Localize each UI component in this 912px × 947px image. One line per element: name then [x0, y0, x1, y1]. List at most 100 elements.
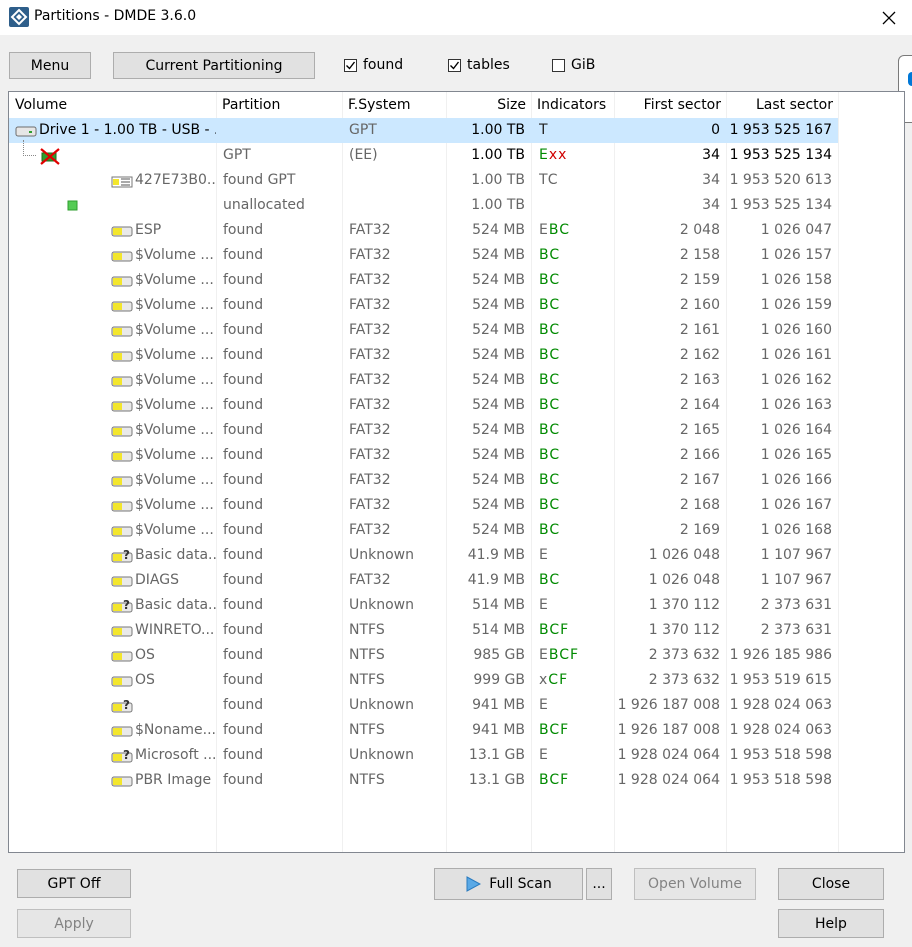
dmde-app-icon: [9, 7, 29, 27]
gpt-off-button[interactable]: GPT Off: [17, 869, 131, 898]
cell-indicators: xCF: [539, 668, 614, 693]
indicator-flags: BC: [539, 347, 561, 363]
cell-first-sector: 0: [711, 122, 720, 138]
cell-first-sector: 1 026 048: [648, 547, 720, 563]
volume-icon: [111, 768, 133, 793]
cell-size: 1.00 TB: [471, 122, 525, 138]
partition-row[interactable]: DIAGS found FAT32 41.9 MB BC 1 026 048 1 107 9…: [9, 568, 904, 593]
apply-button[interactable]: Apply: [17, 909, 131, 938]
cell-last-sector: 1 953 520 613: [729, 172, 832, 188]
partition-row[interactable]: $Volume ... found FAT32 524 MB BC 2 165 1 026 …: [9, 418, 904, 443]
partition-row[interactable]: unallocated 1.00 TB 34 1 953 525 134: [9, 193, 904, 218]
cell-volume: $Volume ...: [135, 347, 214, 363]
partition-row[interactable]: $Volume ... found FAT32 524 MB BC 2 166 1 026 …: [9, 443, 904, 468]
cell-partition: GPT: [223, 147, 251, 163]
cell-size: 524 MB: [472, 297, 525, 313]
indicator-flags: BC: [539, 472, 561, 488]
cell-fsystem: FAT32: [349, 322, 391, 338]
full-scan-button[interactable]: Full Scan: [434, 868, 583, 900]
cell-volume: PBR Image: [135, 772, 212, 788]
gib-checkbox-box[interactable]: [552, 58, 565, 72]
found-checkbox[interactable]: found: [344, 57, 403, 73]
partition-row[interactable]: Drive 1 - 1.00 TB - USB - ... GPT 1.00 TB T…: [9, 118, 904, 143]
cell-volume: Microsoft ...: [135, 747, 216, 763]
partition-row[interactable]: $Volume ... found FAT32 524 MB BC 2 161 1 026 …: [9, 318, 904, 343]
partition-row[interactable]: $Volume ... found FAT32 524 MB BC 2 158 1 026 …: [9, 243, 904, 268]
partition-row[interactable]: ESP found FAT32 524 MB EBC 2 048 1 026 047: [9, 218, 904, 243]
cell-last-sector: 1 026 047: [760, 222, 832, 238]
current-partitioning-button[interactable]: Current Partitioning: [113, 52, 315, 79]
column-header-partition[interactable]: Partition: [216, 92, 342, 118]
cell-partition: found: [223, 672, 264, 688]
play-icon: [466, 876, 482, 892]
partition-row[interactable]: PBR Image found NTFS 13.1 GB BCF 1 928 024 06…: [9, 768, 904, 793]
partition-row[interactable]: WINRETO... found NTFS 514 MB BCF 1 370 112 2 3…: [9, 618, 904, 643]
cell-size: 524 MB: [472, 272, 525, 288]
partition-row[interactable]: $Volume ... found FAT32 524 MB BC 2 159 1 026 …: [9, 268, 904, 293]
scan-options-button[interactable]: ...: [586, 868, 612, 900]
column-header-last-sector[interactable]: Last sector: [726, 92, 838, 118]
cell-indicators: T: [539, 118, 614, 143]
unallocated-icon: [67, 193, 79, 218]
cell-volume: $Volume ...: [135, 372, 214, 388]
volume-icon: [111, 218, 133, 243]
partition-row[interactable]: ? found Unknown 941 MB E 1 926 187 008 1 928 0…: [9, 693, 904, 718]
cell-indicators: BCF: [539, 718, 614, 743]
tables-checkbox-box[interactable]: [448, 58, 461, 72]
volume-icon: [111, 643, 133, 668]
found-label: found: [363, 57, 404, 73]
column-header-first-sector[interactable]: First sector: [614, 92, 726, 118]
found-checkbox-box[interactable]: [344, 58, 357, 72]
cell-size: 524 MB: [472, 422, 525, 438]
column-header-size[interactable]: Size: [446, 92, 531, 118]
tables-checkbox[interactable]: tables: [448, 57, 510, 73]
partition-row[interactable]: $Volume ... found FAT32 524 MB BC 2 164 1 026 …: [9, 393, 904, 418]
indicator-flags: BC: [539, 422, 561, 438]
volume-icon: [111, 618, 133, 643]
cell-first-sector: 2 168: [679, 497, 720, 513]
partition-row[interactable]: OS found NTFS 985 GB EBCF 2 373 632 1 926 185 …: [9, 643, 904, 668]
open-volume-button[interactable]: Open Volume: [634, 868, 756, 900]
column-header-fsystem[interactable]: F.System: [342, 92, 446, 118]
partition-row[interactable]: $Volume ... found FAT32 524 MB BC 2 160 1 026 …: [9, 293, 904, 318]
column-header-volume[interactable]: Volume: [9, 92, 216, 118]
partition-row[interactable]: $Volume ... found FAT32 524 MB BC 2 169 1 026 …: [9, 518, 904, 543]
title-bar: Partitions - DMDE 3.6.0: [0, 0, 912, 35]
partition-row[interactable]: $Volume ... found FAT32 524 MB BC 2 168 1 026 …: [9, 493, 904, 518]
cell-first-sector: 2 373 632: [648, 672, 720, 688]
partition-row[interactable]: ? Microsoft ... found Unknown 13.1 GB E 1 928 …: [9, 743, 904, 768]
indicator-flags: E: [539, 547, 549, 563]
cell-size: 524 MB: [472, 347, 525, 363]
cell-first-sector: 2 167: [679, 472, 720, 488]
partition-row[interactable]: ? Basic data... found Unknown 514 MB E 1 370 1…: [9, 593, 904, 618]
help-button[interactable]: Help: [778, 909, 884, 938]
cell-last-sector: 1 026 158: [760, 272, 832, 288]
partition-row[interactable]: 427E73B0... found GPT 1.00 TB TC 34 1 953 520…: [9, 168, 904, 193]
menu-button[interactable]: Menu: [9, 52, 91, 79]
partition-row[interactable]: $Volume ... found FAT32 524 MB BC 2 162 1 026 …: [9, 343, 904, 368]
tree-connector: [23, 140, 36, 156]
gib-checkbox[interactable]: GiB: [552, 57, 595, 73]
column-header-indicators[interactable]: Indicators: [531, 92, 614, 118]
close-button[interactable]: Close: [778, 868, 884, 900]
volume-icon: [111, 568, 133, 593]
cell-indicators: BC: [539, 318, 614, 343]
cell-first-sector: 2 166: [679, 447, 720, 463]
window-close-button[interactable]: [866, 0, 912, 35]
partition-row[interactable]: GPT (EE) 1.00 TB Exx 34 1 953 525 134: [9, 140, 904, 168]
partition-row[interactable]: $Volume ... found FAT32 524 MB BC 2 167 1 026 …: [9, 468, 904, 493]
partition-row[interactable]: OS found NTFS 999 GB xCF 2 373 632 1 953 519 6…: [9, 668, 904, 693]
volume-icon: [111, 668, 133, 693]
indicator-flags: BC: [539, 272, 561, 288]
cell-size: 1.00 TB: [471, 172, 525, 188]
cell-indicators: E: [539, 693, 614, 718]
cell-volume: $Volume ...: [135, 447, 214, 463]
cell-size: 41.9 MB: [467, 547, 525, 563]
partition-row[interactable]: ? Basic data... found Unknown 41.9 MB E 1 026 …: [9, 543, 904, 568]
partitions-list[interactable]: Volume Partition F.System Size Indicator…: [8, 91, 905, 853]
volume-icon: [111, 368, 133, 393]
cell-indicators: BC: [539, 443, 614, 468]
partition-row[interactable]: $Volume ... found FAT32 524 MB BC 2 163 1 026 …: [9, 368, 904, 393]
cell-fsystem: GPT: [349, 122, 377, 138]
partition-row[interactable]: $Noname... found NTFS 941 MB BCF 1 926 187 00…: [9, 718, 904, 743]
